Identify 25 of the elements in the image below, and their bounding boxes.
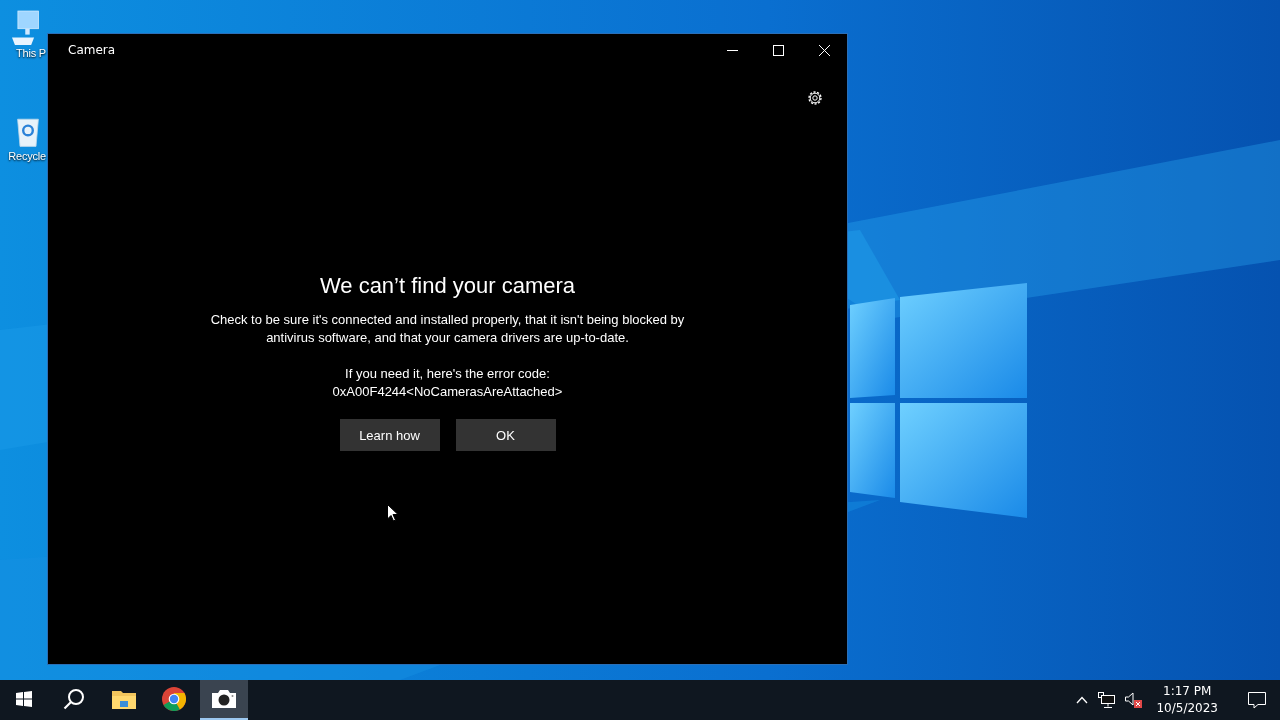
chevron-up-icon[interactable] bbox=[1076, 696, 1089, 704]
maximize-icon bbox=[772, 44, 784, 56]
error-code: 0xA00F4244<NoCamerasAreAttached> bbox=[331, 383, 564, 401]
notification-icon[interactable] bbox=[1248, 691, 1266, 709]
desktop-icon-label[interactable]: This P bbox=[16, 47, 46, 59]
clock-time[interactable]: 1:17 PM bbox=[1163, 683, 1212, 700]
folder-icon bbox=[112, 689, 136, 709]
error-message: Check to be sure it's connected and installed properly, that it isn't being blocked by antivirus software, and that your camera drivers are up-to-date. bbox=[209, 311, 686, 347]
close-icon bbox=[818, 44, 830, 56]
clock-date[interactable]: 10/5/2023 bbox=[1156, 700, 1218, 717]
volume-muted-icon[interactable] bbox=[1125, 692, 1143, 708]
error-heading: We can’t find your camera bbox=[319, 273, 576, 299]
error-code-intro: If you need it, here's the error code: bbox=[344, 365, 551, 383]
window-title: Camera bbox=[68, 43, 116, 57]
dialog-button[interactable]: Learn how bbox=[339, 419, 440, 451]
mouse-cursor-icon bbox=[387, 504, 399, 522]
dialog-button[interactable]: OK bbox=[455, 419, 556, 451]
computer-icon[interactable] bbox=[12, 8, 40, 45]
taskbar-button[interactable] bbox=[200, 680, 248, 720]
search-icon bbox=[63, 688, 85, 710]
network-icon[interactable] bbox=[1098, 692, 1116, 708]
camera-icon bbox=[211, 689, 237, 709]
browser-icon bbox=[162, 687, 186, 711]
windows-logo-icon bbox=[16, 691, 32, 707]
settings-icon[interactable] bbox=[806, 89, 824, 107]
